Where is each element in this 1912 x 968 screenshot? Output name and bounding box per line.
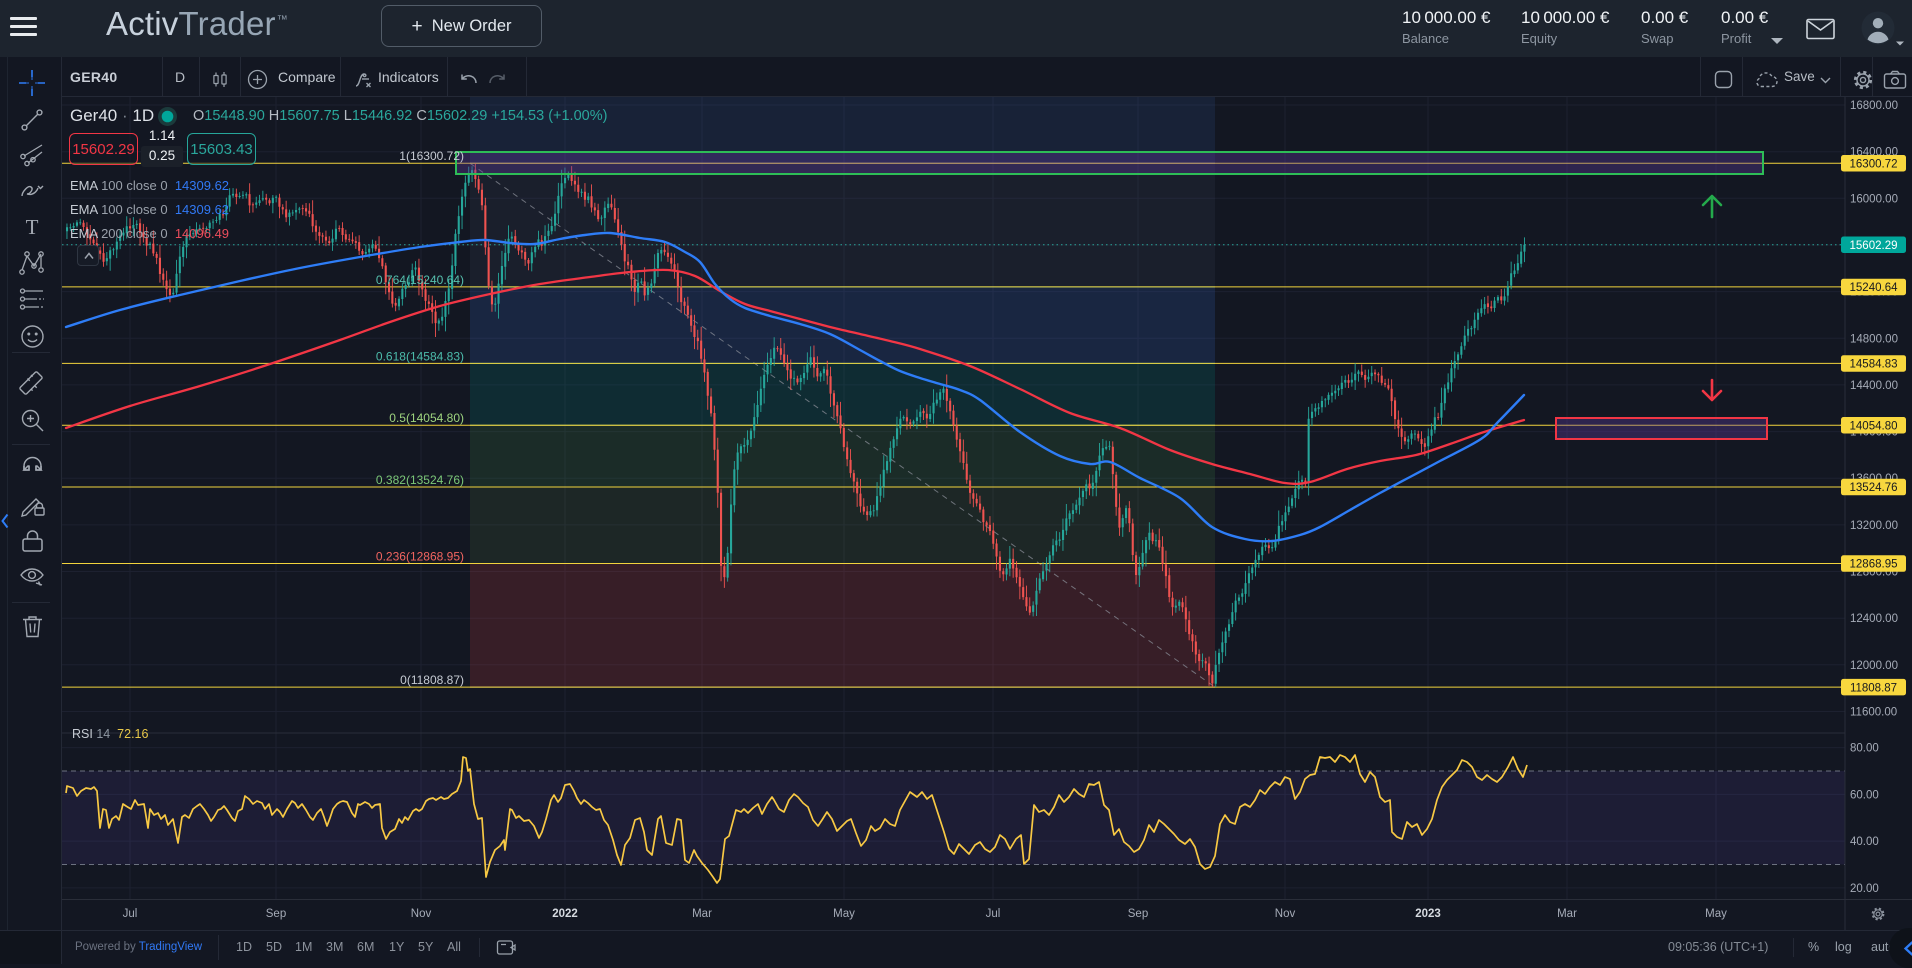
svg-text:May: May [833,908,855,920]
svg-text:80.00: 80.00 [1850,743,1879,755]
svg-text:16300.72: 16300.72 [1850,158,1898,170]
svg-text:2022: 2022 [552,908,578,920]
svg-text:15240.64: 15240.64 [1850,282,1899,294]
svg-text:13200.00: 13200.00 [1850,520,1898,532]
svg-text:Nov: Nov [1275,908,1296,920]
svg-text:1(16300.72): 1(16300.72) [399,149,464,163]
svg-text:11600.00: 11600.00 [1850,707,1897,719]
svg-text:Jul: Jul [986,908,1001,920]
svg-text:14800.00: 14800.00 [1850,333,1898,345]
svg-text:Sep: Sep [266,908,286,920]
svg-text:Mar: Mar [1557,908,1577,920]
svg-text:14054.80: 14054.80 [1850,420,1898,432]
svg-text:16000.00: 16000.00 [1850,193,1898,205]
svg-text:0.618(14584.83): 0.618(14584.83) [376,349,464,363]
svg-text:May: May [1705,908,1727,920]
svg-text:2023: 2023 [1415,908,1441,920]
svg-text:15602.29: 15602.29 [1850,240,1898,252]
svg-text:T: T [26,216,39,238]
svg-text:20.00: 20.00 [1850,883,1879,895]
svg-text:16800.00: 16800.00 [1850,100,1898,112]
svg-text:13524.76: 13524.76 [1850,482,1898,494]
svg-text:60.00: 60.00 [1850,789,1879,801]
svg-text:0.5(14054.80): 0.5(14054.80) [389,411,464,425]
svg-text:14584.83: 14584.83 [1850,359,1898,371]
svg-text:0.764(15240.64): 0.764(15240.64) [376,273,464,287]
svg-text:12400.00: 12400.00 [1850,613,1898,625]
svg-text:12868.95: 12868.95 [1850,559,1898,571]
svg-text:14400.00: 14400.00 [1850,380,1898,392]
svg-text:Mar: Mar [692,908,712,920]
svg-text:Sep: Sep [1128,908,1148,920]
svg-text:11808.87: 11808.87 [1850,682,1897,694]
svg-text:40.00: 40.00 [1850,836,1879,848]
svg-text:Jul: Jul [123,908,138,920]
svg-text:0(11808.87): 0(11808.87) [400,673,464,687]
svg-text:0.382(13524.76): 0.382(13524.76) [376,473,464,487]
svg-text:0.236(12868.95): 0.236(12868.95) [376,550,464,564]
svg-text:Nov: Nov [411,908,432,920]
svg-text:12000.00: 12000.00 [1850,660,1898,672]
